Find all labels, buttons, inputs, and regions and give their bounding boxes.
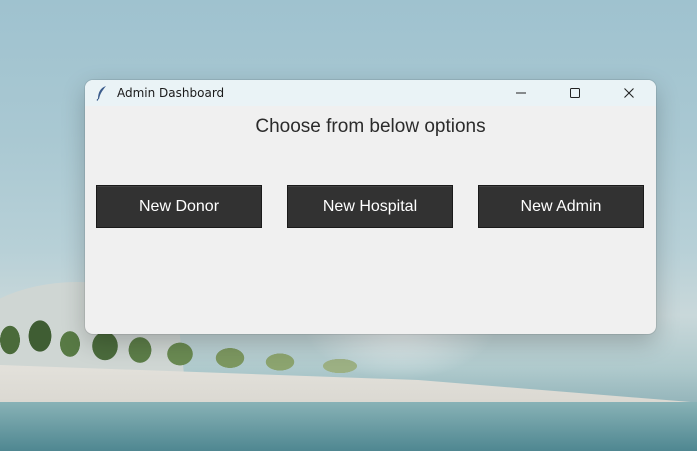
new-admin-button[interactable]: New Admin xyxy=(478,185,644,228)
new-donor-button[interactable]: New Donor xyxy=(96,185,262,228)
maximize-icon xyxy=(569,84,581,103)
minimize-button[interactable] xyxy=(494,80,548,106)
window-title: Admin Dashboard xyxy=(117,86,225,100)
window-controls xyxy=(494,80,656,106)
close-icon xyxy=(623,84,635,103)
maximize-button[interactable] xyxy=(548,80,602,106)
page-heading: Choose from below options xyxy=(255,116,486,137)
sea xyxy=(0,402,697,451)
close-button[interactable] xyxy=(602,80,656,106)
admin-dashboard-window: Admin Dashboard Choose from below option… xyxy=(85,80,656,334)
window-content: Choose from below options New Donor New … xyxy=(85,106,656,334)
desktop-background: Admin Dashboard Choose from below option… xyxy=(0,0,697,451)
minimize-icon xyxy=(515,84,527,103)
title-bar[interactable]: Admin Dashboard xyxy=(85,80,656,106)
feather-icon xyxy=(95,85,109,101)
new-hospital-button[interactable]: New Hospital xyxy=(287,185,453,228)
